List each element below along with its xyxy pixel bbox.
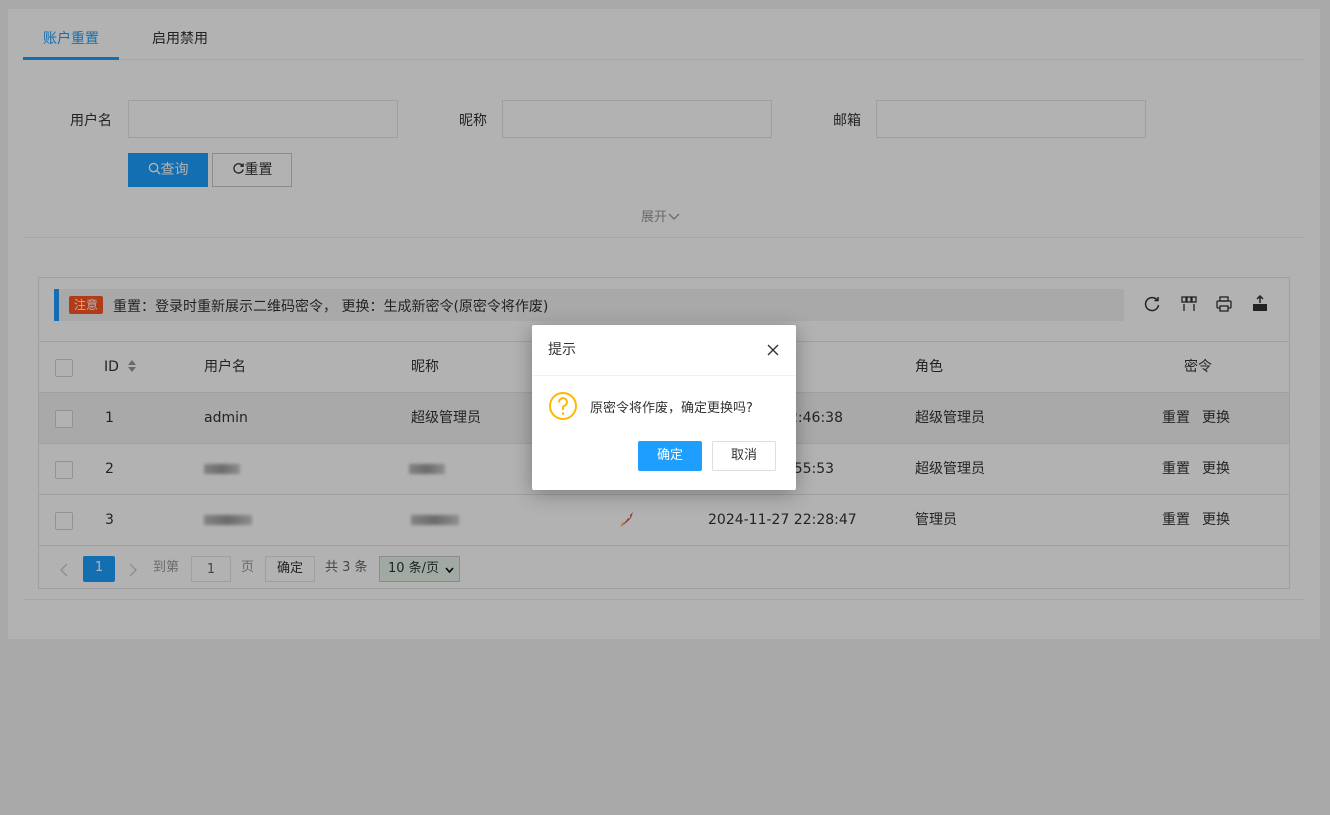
dialog-confirm-button[interactable]: 确定 xyxy=(638,441,702,471)
confirm-dialog: 提示 原密令将作废，确定更换吗? 确定 取消 xyxy=(532,325,796,490)
question-icon xyxy=(549,392,577,420)
dialog-title: 提示 xyxy=(532,325,796,376)
dialog-cancel-button[interactable]: 取消 xyxy=(712,441,776,471)
dialog-message: 原密令将作废，确定更换吗? xyxy=(590,401,753,416)
close-icon[interactable] xyxy=(766,343,780,357)
